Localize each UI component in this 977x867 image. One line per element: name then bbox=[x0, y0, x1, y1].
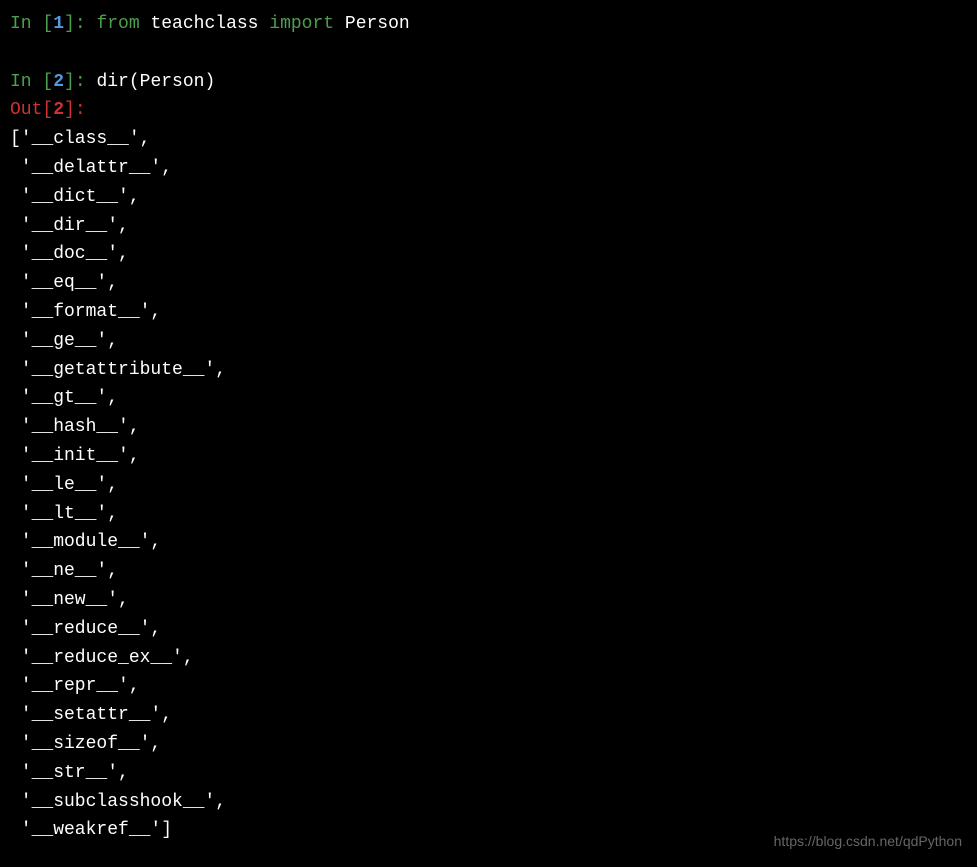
output-line: '__str__', bbox=[10, 759, 967, 788]
ipython-terminal[interactable]: In [1]: from teachclass import Person In… bbox=[10, 10, 967, 845]
in-prompt: In [ bbox=[10, 72, 53, 92]
output-line: '__getattribute__', bbox=[10, 356, 967, 385]
output-line: '__subclasshook__', bbox=[10, 788, 967, 817]
output-line: '__gt__', bbox=[10, 384, 967, 413]
output-line: '__dict__', bbox=[10, 183, 967, 212]
output-line: ['__class__', bbox=[10, 125, 967, 154]
output-line: '__hash__', bbox=[10, 413, 967, 442]
output-line: '__module__', bbox=[10, 528, 967, 557]
output-line: '__setattr__', bbox=[10, 701, 967, 730]
blank-line bbox=[10, 39, 967, 68]
output-line: '__reduce_ex__', bbox=[10, 644, 967, 673]
in-prompt: In [ bbox=[10, 14, 53, 34]
output-line: '__sizeof__', bbox=[10, 730, 967, 759]
output-line: '__eq__', bbox=[10, 269, 967, 298]
output-line: '__format__', bbox=[10, 298, 967, 327]
keyword-from: from bbox=[96, 14, 139, 34]
in-close: ]: bbox=[64, 72, 96, 92]
out-number: 2 bbox=[53, 100, 64, 120]
output-line: '__init__', bbox=[10, 442, 967, 471]
input-cell-1: In [1]: from teachclass import Person bbox=[10, 10, 967, 39]
output-line: '__ge__', bbox=[10, 327, 967, 356]
in-number: 2 bbox=[53, 72, 64, 92]
class-name: Person bbox=[334, 14, 410, 34]
output-line: '__ne__', bbox=[10, 557, 967, 586]
watermark: https://blog.csdn.net/qdPython bbox=[774, 830, 962, 852]
in-close: ]: bbox=[64, 14, 96, 34]
in-number: 1 bbox=[53, 14, 64, 34]
out-close: ]: bbox=[64, 100, 86, 120]
output-line: '__reduce__', bbox=[10, 615, 967, 644]
output-line: '__dir__', bbox=[10, 212, 967, 241]
output-line: '__delattr__', bbox=[10, 154, 967, 183]
output-prompt: Out[2]: bbox=[10, 96, 967, 125]
module-name: teachclass bbox=[140, 14, 270, 34]
output-line: '__new__', bbox=[10, 586, 967, 615]
code-text: dir(Person) bbox=[96, 72, 215, 92]
output-line: '__doc__', bbox=[10, 240, 967, 269]
output-line: '__lt__', bbox=[10, 500, 967, 529]
keyword-import: import bbox=[269, 14, 334, 34]
input-cell-2: In [2]: dir(Person) bbox=[10, 68, 967, 97]
output-line: '__repr__', bbox=[10, 672, 967, 701]
out-label: Out[ bbox=[10, 100, 53, 120]
output-line: '__le__', bbox=[10, 471, 967, 500]
